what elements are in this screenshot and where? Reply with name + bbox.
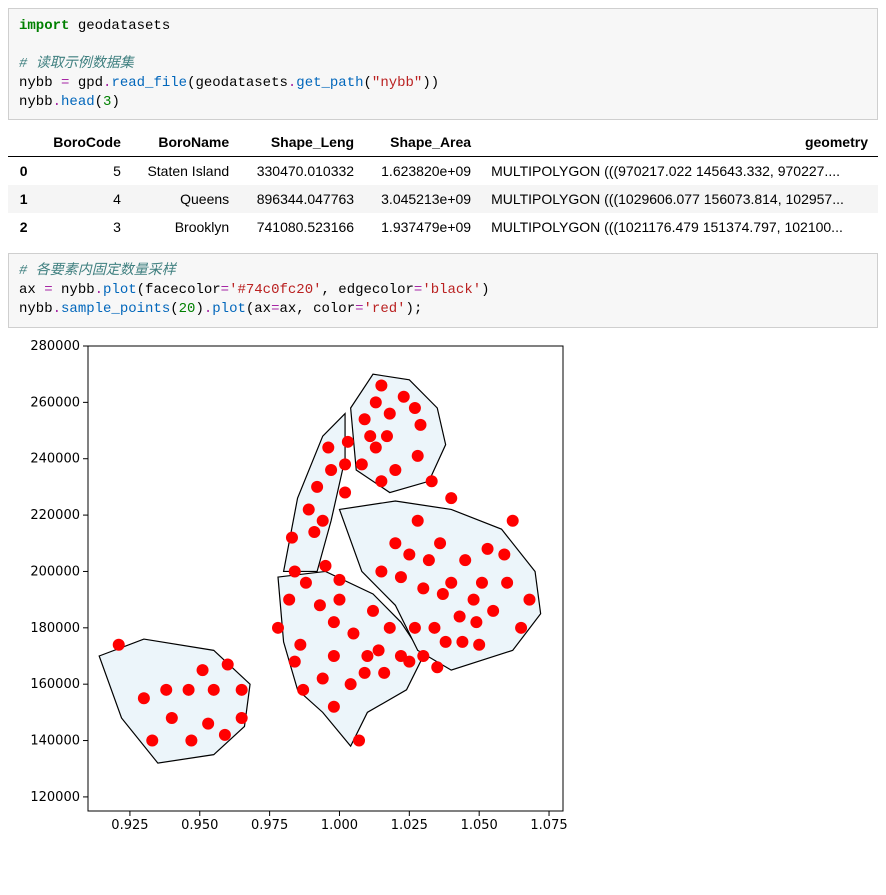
- cell-boroname: Staten Island: [131, 157, 239, 186]
- code-text: nybb: [19, 301, 53, 317]
- code-text: ax, color: [280, 301, 356, 317]
- cell-shape-area: 1.937479e+09: [364, 213, 481, 241]
- code-text: nybb: [19, 94, 53, 110]
- code-text: (geodatasets: [187, 75, 288, 91]
- table-row: 1 4 Queens 896344.047763 3.045213e+09 MU…: [8, 185, 878, 213]
- svg-text:260000: 260000: [30, 395, 80, 410]
- function: get_path: [296, 75, 363, 91]
- code-text: gpd: [69, 75, 103, 91]
- code-text: )): [422, 75, 439, 91]
- code-text: ): [111, 94, 119, 110]
- operator: =: [44, 282, 52, 298]
- svg-text:0.925: 0.925: [111, 818, 148, 833]
- col-shape-area: Shape_Area: [364, 128, 481, 157]
- code-cell-2: # 各要素内固定数量采样 ax = nybb.plot(facecolor='#…: [8, 253, 878, 328]
- function: head: [61, 94, 95, 110]
- operator: .: [53, 301, 61, 317]
- operator: .: [204, 301, 212, 317]
- cell-boroname: Queens: [131, 185, 239, 213]
- operator: =: [221, 282, 229, 298]
- code-cell-1: import geodatasets # 读取示例数据集 nybb = gpd.…: [8, 8, 878, 120]
- function: sample_points: [61, 301, 170, 317]
- comment: # 读取示例数据集: [19, 56, 134, 72]
- code-text: nybb: [19, 75, 61, 91]
- col-shape-leng: Shape_Leng: [239, 128, 364, 157]
- code-text: (facecolor: [137, 282, 221, 298]
- cell-shape-area: 1.623820e+09: [364, 157, 481, 186]
- code-text: (ax: [246, 301, 271, 317]
- operator: =: [355, 301, 363, 317]
- dataframe-output: BoroCode BoroName Shape_Leng Shape_Area …: [8, 128, 878, 241]
- svg-text:0.975: 0.975: [251, 818, 288, 833]
- code-text: nybb: [53, 282, 95, 298]
- code-text: );: [406, 301, 423, 317]
- cell-boroname: Brooklyn: [131, 213, 239, 241]
- number: 20: [179, 301, 196, 317]
- cell-index: 1: [8, 185, 38, 213]
- svg-text:180000: 180000: [30, 621, 80, 636]
- svg-text:120000: 120000: [30, 790, 80, 805]
- svg-text:280000: 280000: [30, 339, 80, 354]
- table-row: 0 5 Staten Island 330470.010332 1.623820…: [8, 157, 878, 186]
- code-text: (: [364, 75, 372, 91]
- cell-borocode: 5: [38, 157, 131, 186]
- svg-text:140000: 140000: [30, 734, 80, 749]
- string: 'black': [422, 282, 481, 298]
- code-text: , edgecolor: [322, 282, 414, 298]
- cell-shape-leng: 741080.523166: [239, 213, 364, 241]
- code-text: (: [170, 301, 178, 317]
- svg-text:1.075: 1.075: [530, 818, 567, 833]
- cell-geometry: MULTIPOLYGON (((970217.022 145643.332, 9…: [481, 157, 878, 186]
- cell-shape-leng: 896344.047763: [239, 185, 364, 213]
- col-borocode: BoroCode: [38, 128, 131, 157]
- cell-shape-area: 3.045213e+09: [364, 185, 481, 213]
- comment: # 各要素内固定数量采样: [19, 263, 176, 279]
- function: plot: [103, 282, 137, 298]
- svg-text:0.950: 0.950: [181, 818, 218, 833]
- chart-svg: 120000 140000 160000 180000 200000 220000 2400…: [8, 336, 573, 836]
- cell-index: 0: [8, 157, 38, 186]
- operator: .: [95, 282, 103, 298]
- cell-geometry: MULTIPOLYGON (((1021176.479 151374.797, …: [481, 213, 878, 241]
- col-index: [8, 128, 38, 157]
- function: plot: [212, 301, 246, 317]
- code-text: ): [481, 282, 489, 298]
- plot-output: 120000 140000 160000 180000 200000 220000 2400…: [8, 336, 878, 836]
- cell-shape-leng: 330470.010332: [239, 157, 364, 186]
- cell-borocode: 4: [38, 185, 131, 213]
- col-geometry: geometry: [481, 128, 878, 157]
- code-text: ): [195, 301, 203, 317]
- keyword: import: [19, 18, 69, 34]
- function: read_file: [111, 75, 187, 91]
- code-text: geodatasets: [69, 18, 170, 34]
- code-text: (: [95, 94, 103, 110]
- svg-text:200000: 200000: [30, 565, 80, 580]
- code-text: ax: [19, 282, 44, 298]
- table-header-row: BoroCode BoroName Shape_Leng Shape_Area …: [8, 128, 878, 157]
- operator: .: [53, 94, 61, 110]
- table-row: 2 3 Brooklyn 741080.523166 1.937479e+09 …: [8, 213, 878, 241]
- string: "nybb": [372, 75, 422, 91]
- svg-text:1.000: 1.000: [321, 818, 358, 833]
- operator: =: [271, 301, 279, 317]
- col-boroname: BoroName: [131, 128, 239, 157]
- string: 'red': [364, 301, 406, 317]
- cell-borocode: 3: [38, 213, 131, 241]
- svg-text:1.050: 1.050: [461, 818, 498, 833]
- svg-text:1.025: 1.025: [391, 818, 428, 833]
- string: '#74c0fc20': [229, 282, 321, 298]
- cell-geometry: MULTIPOLYGON (((1029606.077 156073.814, …: [481, 185, 878, 213]
- svg-text:240000: 240000: [30, 452, 80, 467]
- svg-text:160000: 160000: [30, 677, 80, 692]
- cell-index: 2: [8, 213, 38, 241]
- svg-text:220000: 220000: [30, 508, 80, 523]
